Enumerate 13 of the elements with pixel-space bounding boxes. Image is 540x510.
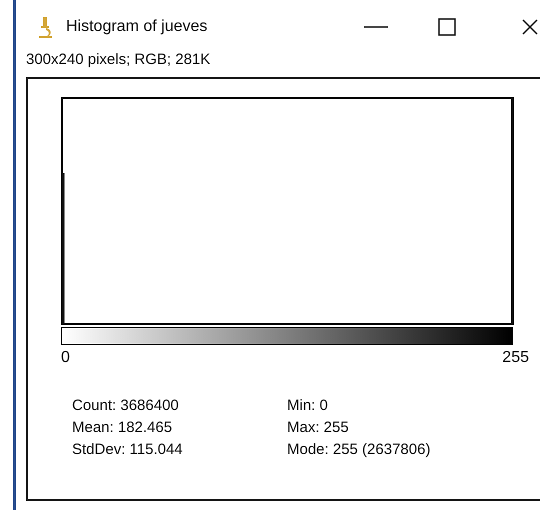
stat-text: Max: 255 [287, 418, 350, 438]
maximize-icon[interactable] [436, 16, 458, 36]
microscope-icon [36, 16, 54, 38]
axis-label: 0 [61, 349, 70, 367]
axis-label: 255 [502, 349, 529, 367]
stat-text: Count: 3686400 [72, 396, 180, 416]
stat-text: StdDev: 115.044 [72, 440, 184, 460]
stat-text: Mean: 182.465 [72, 418, 174, 438]
stat-text: Mode: 255 (2637806) [287, 440, 432, 460]
window-title: Histogram of jueves [66, 18, 208, 36]
stat-text: Min: 0 [287, 396, 329, 416]
image-info: 300x240 pixels; RGB; 281K [26, 51, 212, 70]
close-icon[interactable] [520, 16, 540, 36]
